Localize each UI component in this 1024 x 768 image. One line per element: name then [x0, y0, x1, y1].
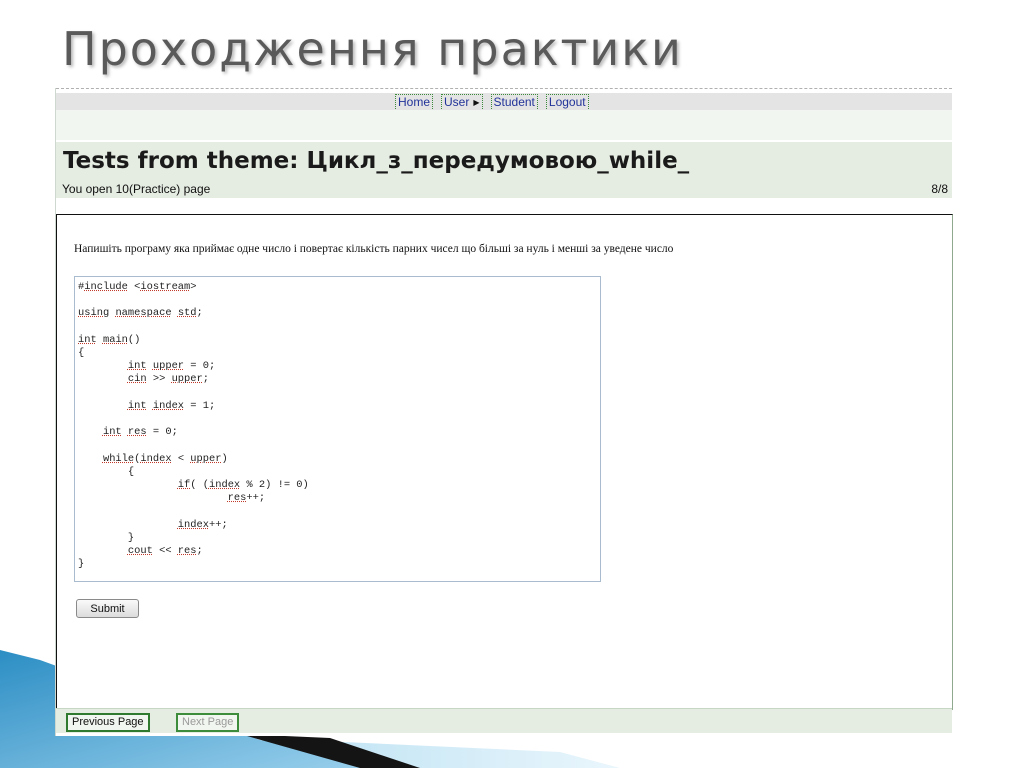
caret-right-icon: ▶	[473, 98, 480, 107]
top-nav-bar: Home User ▶ Student Logout	[56, 93, 952, 111]
nav-student-link[interactable]: Student	[490, 94, 538, 111]
test-title: Tests from theme: Цикл_з_передумовою_whi…	[63, 148, 690, 174]
previous-page-button[interactable]: Previous Page	[66, 713, 150, 732]
code-line: int index = 1;	[127, 399, 216, 412]
code-line: }	[78, 558, 85, 571]
code-line: }	[78, 531, 135, 544]
code-text: #include <iostream> using namespace std;…	[75, 277, 600, 571]
code-line: res++;	[227, 492, 266, 505]
code-line: cin >> upper;	[127, 373, 209, 386]
code-answer-textarea[interactable]: #include <iostream> using namespace std;…	[74, 276, 601, 582]
code-line: int res = 0;	[102, 426, 178, 439]
app-screenshot: Home User ▶ Student Logout Tests from the…	[55, 88, 953, 736]
slide-title: Проходження практики	[62, 22, 683, 76]
code-line: while(index < upper)	[102, 452, 228, 465]
pagination-bar: Previous Page Next Page	[56, 708, 952, 733]
code-line: int main()	[78, 333, 141, 346]
nav-logout-link[interactable]: Logout	[545, 94, 589, 111]
test-header: Tests from theme: Цикл_з_передумовою_whi…	[56, 142, 952, 198]
code-line: if( (index % 2) != 0)	[177, 479, 309, 492]
code-line: {	[78, 465, 135, 478]
nav-user-label: User	[444, 95, 470, 109]
code-line: using namespace std;	[78, 307, 203, 320]
question-text: Напишіть програму яка приймає одне число…	[74, 243, 674, 255]
submit-button[interactable]: Submit	[76, 599, 139, 618]
code-line: cout << res;	[127, 545, 203, 558]
open-page-info: You open 10(Practice) page	[62, 182, 211, 196]
page-counter: 8/8	[931, 182, 948, 196]
header-spacer-band	[56, 110, 952, 140]
nav-user-menu[interactable]: User ▶	[441, 94, 483, 111]
next-page-button[interactable]: Next Page	[176, 713, 240, 732]
top-dashed-divider	[56, 88, 952, 89]
code-line: {	[78, 347, 85, 360]
code-line: index++;	[177, 518, 228, 531]
code-line: int upper = 0;	[127, 360, 216, 373]
nav-home-link[interactable]: Home	[395, 94, 434, 111]
question-panel: Напишіть програму яка приймає одне число…	[56, 214, 953, 710]
code-line: #include <iostream>	[78, 281, 197, 293]
